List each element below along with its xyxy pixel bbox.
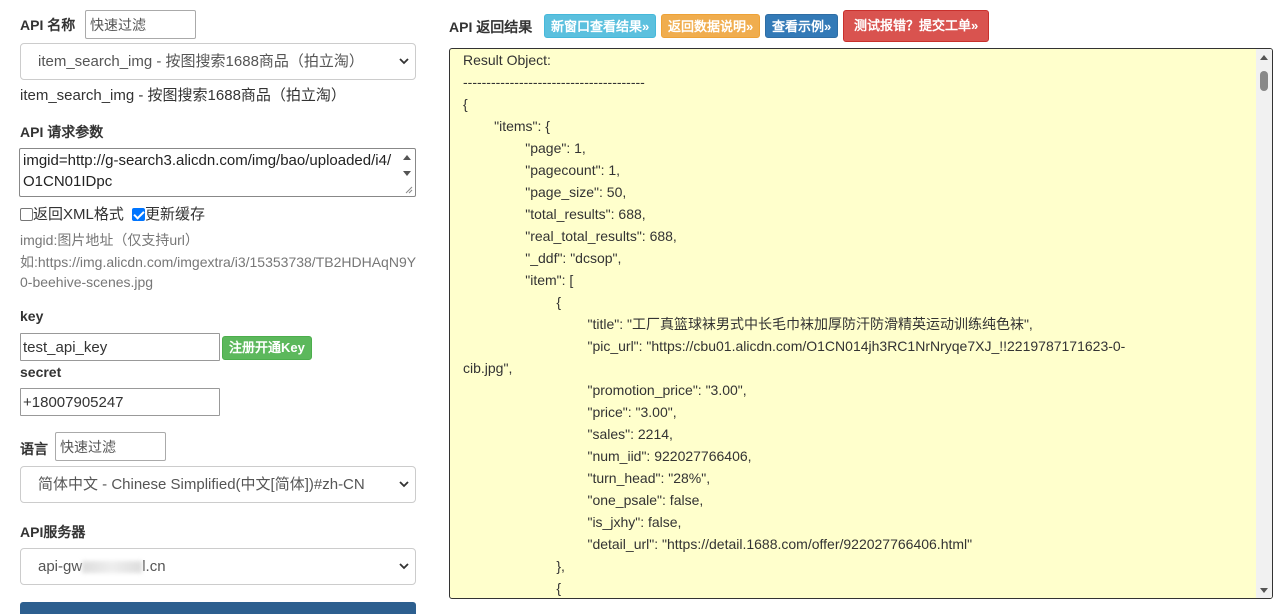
language-select-value: 简体中文 - Chinese Simplified(中文[简体])#zh-CN (38, 476, 365, 493)
api-filter-input[interactable] (85, 10, 196, 39)
result-label: API 返回结果 (449, 19, 533, 35)
language-select[interactable]: 简体中文 - Chinese Simplified(中文[简体])#zh-CN (20, 466, 416, 503)
language-filter-input[interactable] (55, 432, 166, 461)
result-json: Result Object: -------------------------… (463, 52, 1126, 596)
param-hint-3: 0-beehive-scenes.jpg (20, 274, 154, 290)
blurred-region (82, 561, 143, 574)
xml-label: 返回XML格式 (33, 206, 124, 223)
api-name-label: API 名称 (20, 17, 76, 33)
chevron-down-icon (399, 563, 409, 570)
report-issue-button[interactable]: 测试报错？提交工单» (843, 10, 990, 42)
params-label: API 请求参数 (20, 124, 104, 140)
result-scrollbar[interactable] (1256, 49, 1272, 598)
cache-label: 更新缓存 (145, 206, 206, 223)
chevron-down-icon (399, 58, 409, 65)
view-example-button[interactable]: 查看示例» (765, 14, 839, 38)
options-row: 返回XML格式 更新缓存 (20, 203, 205, 224)
params-textarea-value: imgid=http://g-search3.alicdn.com/img/ba… (23, 152, 392, 190)
scroll-up-icon[interactable] (1259, 53, 1269, 61)
params-textarea[interactable]: imgid=http://g-search3.alicdn.com/img/ba… (19, 148, 416, 197)
param-hint-1: imgid:图片地址（仅支持url） (20, 232, 199, 248)
api-select-value: item_search_img - 按图搜索1688商品（拍立淘） (38, 53, 364, 70)
server-label: API服务器 (20, 524, 86, 540)
chevron-down-icon (399, 481, 409, 488)
xml-checkbox[interactable] (20, 208, 33, 221)
scroll-thumb[interactable] (1260, 71, 1268, 91)
return-doc-button[interactable]: 返回数据说明» (661, 14, 761, 38)
server-value-suffix: l.cn (142, 558, 166, 575)
language-label: 语言 (20, 441, 48, 457)
key-input[interactable] (20, 333, 220, 361)
api-select[interactable]: item_search_img - 按图搜索1688商品（拍立淘） (20, 43, 416, 80)
submit-button[interactable] (20, 602, 416, 614)
key-label: key (20, 308, 44, 324)
secret-input[interactable] (20, 388, 220, 416)
server-value-prefix: api-gw (38, 558, 83, 575)
api-caption: item_search_img - 按图搜索1688商品（拍立淘） (20, 87, 346, 104)
cache-checkbox[interactable] (132, 208, 146, 221)
register-key-button[interactable]: 注册开通Key (222, 336, 312, 360)
new-window-button[interactable]: 新窗口查看结果» (544, 14, 657, 38)
scroll-down-icon[interactable] (1259, 587, 1269, 595)
result-panel[interactable]: Result Object: -------------------------… (449, 48, 1273, 599)
param-hint-2: 如:https://img.alicdn.com/imgextra/i3/153… (20, 254, 417, 270)
textarea-scrollbar[interactable] (401, 151, 413, 195)
server-select[interactable]: api-gw l.cn (20, 548, 416, 585)
secret-label: secret (20, 364, 62, 380)
